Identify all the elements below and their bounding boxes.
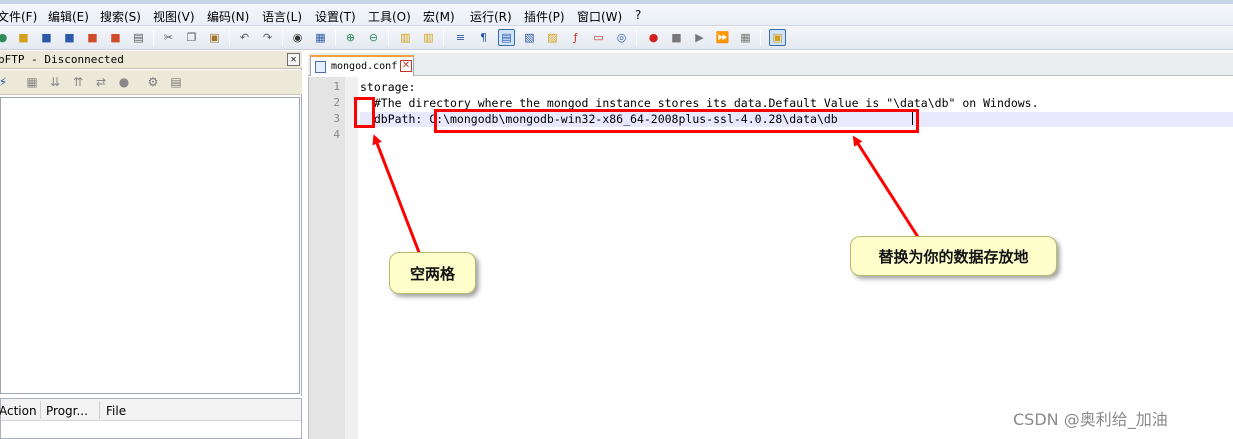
sync-vertical-icon[interactable]: ▥ — [397, 29, 414, 46]
cut-icon[interactable]: ✂ — [160, 29, 177, 46]
sync-horizontal-icon[interactable]: ▥ — [420, 29, 437, 46]
close-file-icon[interactable]: ■ — [84, 29, 101, 46]
function-list-icon[interactable]: ƒ — [567, 29, 584, 46]
queue-column-file[interactable]: File — [106, 404, 126, 418]
line-number: 1 — [333, 80, 340, 93]
ftp-queue-header: Action Progr... File — [0, 399, 301, 421]
zoom-out-icon[interactable]: ⊖ — [365, 29, 382, 46]
save-all-icon[interactable]: ■ — [61, 29, 78, 46]
toolbar-separator — [760, 30, 761, 46]
path-highlight-box — [434, 109, 919, 133]
window-title-strip — [0, 0, 1233, 4]
show-all-chars-icon[interactable]: ¶ — [475, 29, 492, 46]
menu-encoding[interactable]: 编码(N) — [207, 8, 249, 25]
main-toolbar: ● ■ ■ ■ ■ ■ ▤ ✂ ❐ ▣ ↶ ↷ ◉ ▦ ⊕ ⊖ ▥ ▥ ≡ ¶ … — [0, 26, 1233, 50]
find-icon[interactable]: ◉ — [289, 29, 306, 46]
redo-icon[interactable]: ↷ — [259, 29, 276, 46]
line-number: 4 — [333, 128, 340, 141]
ftp-sync-icon[interactable]: ⇄ — [93, 74, 109, 90]
menu-settings[interactable]: 设置(T) — [315, 8, 356, 25]
toolbar-separator — [335, 30, 336, 46]
path-callout: 替换为你的数据存放地 — [850, 236, 1057, 276]
indent-highlight-box — [354, 97, 375, 128]
ftp-abort-icon[interactable]: ● — [116, 74, 132, 90]
menu-view[interactable]: 视图(V) — [153, 8, 195, 25]
open-file-icon[interactable]: ■ — [15, 29, 32, 46]
toolbar-separator — [443, 30, 444, 46]
ftp-queue-list: Action Progr... File — [0, 398, 302, 439]
menu-plugins[interactable]: 插件(P) — [524, 8, 565, 25]
ftp-panel-toggle-icon[interactable]: ▣ — [769, 29, 786, 46]
indent-guide-icon[interactable]: ▤ — [498, 29, 515, 46]
menu-window[interactable]: 窗口(W) — [577, 8, 622, 25]
ftp-panel-close-icon[interactable]: ✕ — [287, 53, 300, 66]
ftp-panel-title-bar: pFTP - Disconnected ✕ — [0, 51, 302, 69]
print-icon[interactable]: ▤ — [130, 29, 147, 46]
tab-label: mongod.conf — [331, 61, 398, 72]
line-number-gutter: 1 2 3 4 — [309, 77, 345, 439]
fold-margin — [345, 77, 358, 439]
tab-mongod-conf[interactable]: mongod.conf ✕ — [310, 55, 414, 76]
doc-map-icon[interactable]: ▨ — [544, 29, 561, 46]
zoom-in-icon[interactable]: ⊕ — [342, 29, 359, 46]
watermark: CSDN @奥利给_加油 — [1013, 410, 1168, 429]
queue-column-progress[interactable]: Progr... — [46, 404, 88, 418]
menu-file[interactable]: 文件(F) — [0, 8, 37, 25]
editor-tab-bar: mongod.conf ✕ — [308, 53, 1233, 76]
menu-help[interactable]: ? — [635, 8, 641, 22]
menu-search[interactable]: 搜索(S) — [100, 8, 141, 25]
undo-icon[interactable]: ↶ — [236, 29, 253, 46]
copy-icon[interactable]: ❐ — [183, 29, 200, 46]
indent-callout: 空两格 — [389, 252, 476, 294]
line-number: 3 — [333, 112, 340, 125]
word-wrap-icon[interactable]: ≡ — [452, 29, 469, 46]
line-number: 2 — [333, 96, 340, 109]
user-language-icon[interactable]: ▧ — [521, 29, 538, 46]
toolbar-separator — [229, 30, 230, 46]
ftp-panel-title: pFTP - Disconnected — [0, 53, 124, 66]
save-icon[interactable]: ■ — [38, 29, 55, 46]
menu-macro[interactable]: 宏(M) — [423, 8, 455, 25]
column-divider — [99, 401, 100, 419]
new-file-icon[interactable]: ● — [0, 29, 11, 46]
ftp-download-icon[interactable]: ⇊ — [47, 74, 63, 90]
column-divider — [40, 401, 41, 419]
menu-run[interactable]: 运行(R) — [470, 8, 512, 25]
run-macro-multiple-icon[interactable]: ⏩ — [714, 29, 731, 46]
save-macro-icon[interactable]: ▦ — [737, 29, 754, 46]
document-icon — [315, 61, 326, 73]
tab-close-icon[interactable]: ✕ — [400, 60, 412, 72]
toolbar-separator — [388, 30, 389, 46]
replace-icon[interactable]: ▦ — [312, 29, 329, 46]
queue-column-action[interactable]: Action — [0, 404, 37, 418]
close-all-icon[interactable]: ■ — [107, 29, 124, 46]
ftp-panel: pFTP - Disconnected ✕ ⚡ ▦ ⇊ ⇈ ⇄ ● ⚙ ▤ — [0, 51, 302, 396]
menu-tools[interactable]: 工具(O) — [368, 8, 411, 25]
ftp-refresh-icon[interactable]: ▦ — [24, 74, 40, 90]
ftp-connect-icon[interactable]: ⚡ — [0, 74, 11, 90]
play-macro-icon[interactable]: ▶ — [691, 29, 708, 46]
menu-edit[interactable]: 编辑(E) — [48, 8, 89, 25]
ftp-settings-icon[interactable]: ⚙ — [145, 74, 161, 90]
ftp-toolbar: ⚡ ▦ ⇊ ⇈ ⇄ ● ⚙ ▤ — [0, 70, 302, 95]
stop-macro-icon[interactable]: ■ — [668, 29, 685, 46]
code-line-1[interactable]: storage: — [360, 80, 1233, 95]
folder-workspace-icon[interactable]: ▭ — [590, 29, 607, 46]
menu-language[interactable]: 语言(L) — [262, 8, 302, 25]
monitoring-icon[interactable]: ◎ — [613, 29, 630, 46]
ftp-messages-icon[interactable]: ▤ — [168, 74, 184, 90]
menu-bar: 文件(F) 编辑(E) 搜索(S) 视图(V) 编码(N) 语言(L) 设置(T… — [0, 0, 1233, 26]
ftp-file-tree[interactable] — [0, 97, 300, 394]
record-macro-icon[interactable]: ● — [645, 29, 662, 46]
toolbar-separator — [153, 30, 154, 46]
ftp-upload-icon[interactable]: ⇈ — [70, 74, 86, 90]
toolbar-separator — [636, 30, 637, 46]
toolbar-separator — [282, 30, 283, 46]
paste-icon[interactable]: ▣ — [206, 29, 223, 46]
